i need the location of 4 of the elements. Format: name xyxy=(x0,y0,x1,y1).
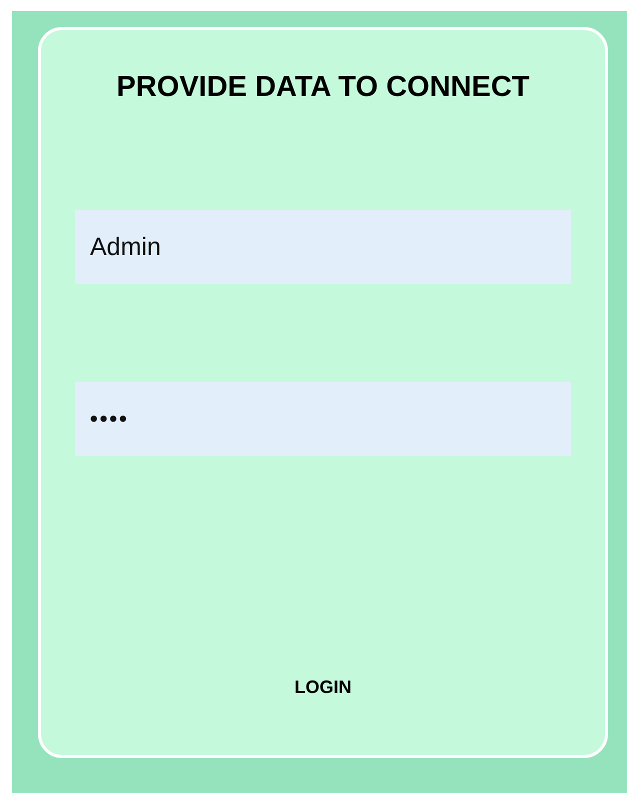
login-button[interactable]: LOGIN xyxy=(282,667,364,707)
form-title: PROVIDE DATA TO CONNECT xyxy=(116,70,530,104)
password-field[interactable]: •••• xyxy=(75,382,571,456)
username-field[interactable]: Admin xyxy=(75,210,571,284)
